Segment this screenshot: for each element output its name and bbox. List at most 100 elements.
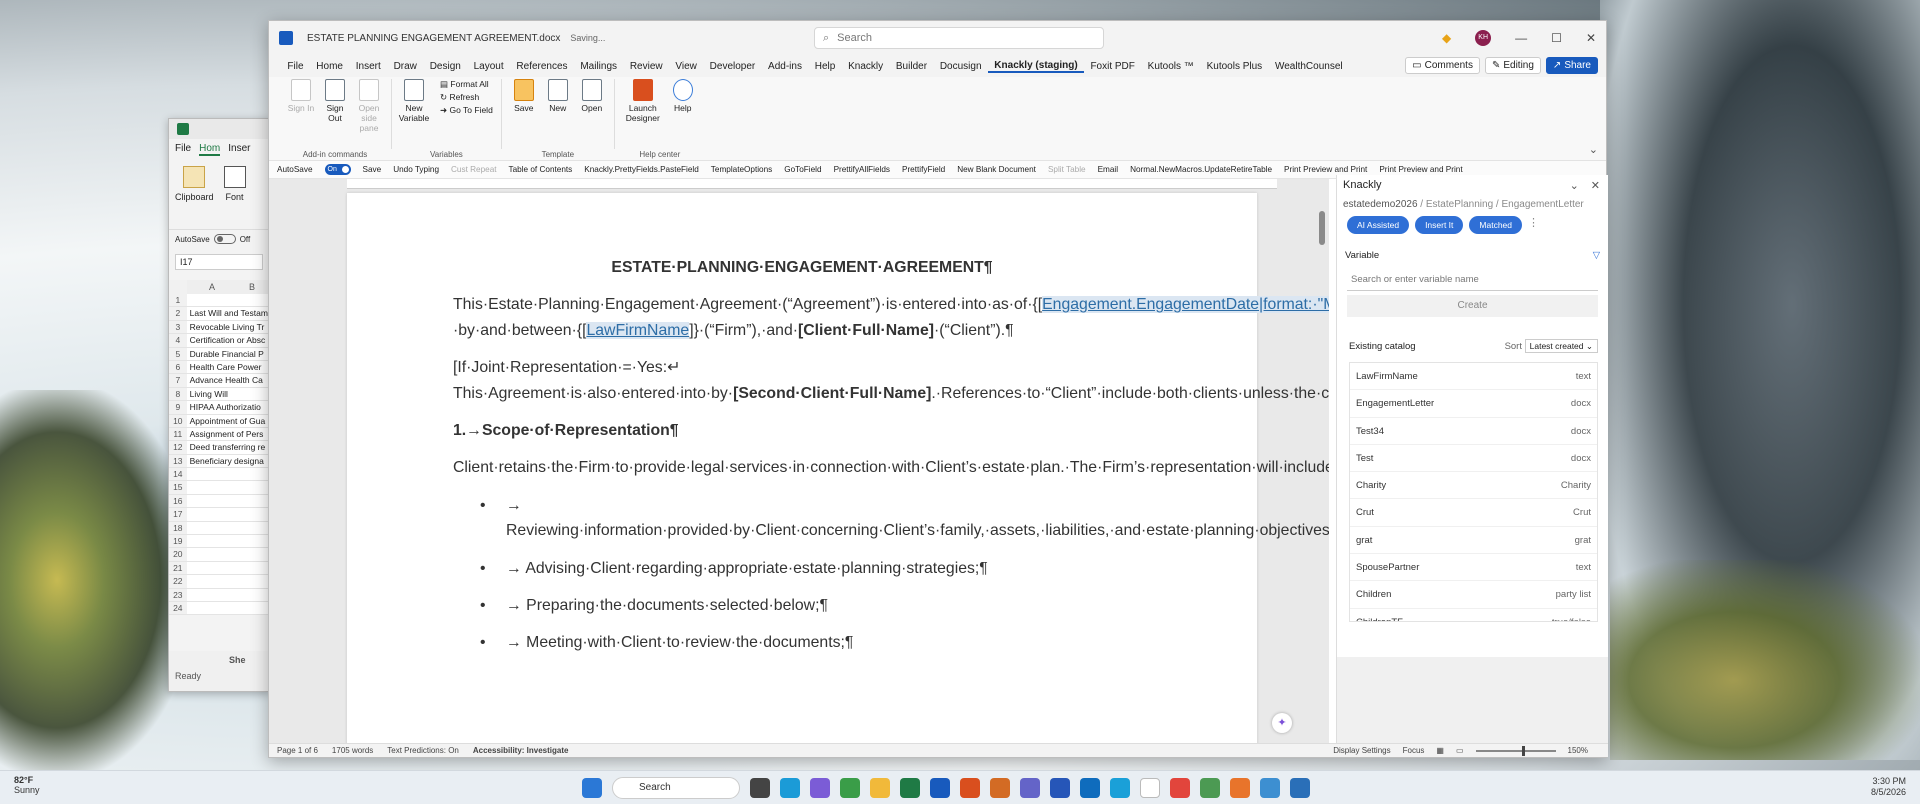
- filter-icon[interactable]: ▽: [1593, 250, 1600, 261]
- go-to-field-button[interactable]: ➜ Go To Field: [440, 105, 493, 116]
- document-canvas[interactable]: ESTATE·PLANNING·ENGAGEMENT·AGREEMENT¶ Th…: [269, 179, 1329, 745]
- qat-print-preview-2[interactable]: Print Preview and Print: [1379, 165, 1462, 174]
- list-item[interactable]: SpousePartner text: [1350, 554, 1597, 582]
- excel-row[interactable]: 8 Living Will: [169, 387, 269, 402]
- excel-cell[interactable]: [187, 548, 269, 560]
- status-predictions[interactable]: Text Predictions: On: [387, 746, 459, 755]
- sort-select[interactable]: Latest created ⌄: [1524, 339, 1598, 353]
- share-button[interactable]: ↗ Share: [1545, 57, 1598, 74]
- list-item[interactable]: grat grat: [1350, 527, 1597, 555]
- excel-row[interactable]: 20: [169, 548, 269, 562]
- app-icon[interactable]: [1200, 778, 1220, 798]
- menu-file[interactable]: File: [281, 61, 310, 72]
- excel-row[interactable]: 10 Appointment of Gua: [169, 414, 269, 428]
- menu-mailings[interactable]: Mailings: [574, 61, 623, 72]
- variable-search-input[interactable]: Search or enter variable name: [1347, 269, 1598, 291]
- zoom-slider[interactable]: [1475, 745, 1556, 756]
- menu-knackly-staging[interactable]: Knackly (staging): [987, 60, 1085, 73]
- qat-newblank[interactable]: New Blank Document: [957, 165, 1036, 174]
- display-settings[interactable]: Display Settings: [1333, 746, 1390, 755]
- excel-row[interactable]: 12 Deed transferring re: [169, 441, 269, 455]
- create-button[interactable]: Create: [1347, 295, 1598, 317]
- taskbar-search[interactable]: Search: [612, 777, 740, 799]
- menu-help[interactable]: Help: [808, 61, 841, 72]
- start-icon[interactable]: [582, 778, 602, 798]
- firefox-icon[interactable]: [1230, 778, 1250, 798]
- help-button[interactable]: Help: [669, 79, 697, 123]
- excel-row[interactable]: 22: [169, 575, 269, 589]
- list-item[interactable]: EngagementLetter docx: [1350, 390, 1597, 418]
- menu-review[interactable]: Review: [623, 61, 669, 72]
- excel-tab-file[interactable]: File: [175, 143, 191, 156]
- document-page[interactable]: ESTATE·PLANNING·ENGAGEMENT·AGREEMENT¶ Th…: [347, 193, 1329, 745]
- excel-cell[interactable]: [187, 562, 269, 574]
- menu-addins[interactable]: Add-ins: [762, 61, 809, 72]
- excel-grid[interactable]: AB 1 2 Last Will and Testam 3 Revocable Livi…: [169, 280, 269, 616]
- qat-prettifyfield[interactable]: PrettifyField: [902, 165, 945, 174]
- qat-autosave-toggle[interactable]: On: [324, 164, 351, 175]
- task-view-icon[interactable]: [750, 778, 770, 798]
- excel-row[interactable]: 4 Certification or Absc: [169, 334, 269, 348]
- excel-clipboard-button[interactable]: Clipboard: [175, 166, 214, 223]
- matched-button[interactable]: Matched: [1469, 216, 1523, 234]
- excel-row[interactable]: 2 Last Will and Testam: [169, 307, 269, 321]
- copilot-taskbar-icon[interactable]: [810, 778, 830, 798]
- app-icon-2[interactable]: [1290, 778, 1310, 798]
- status-page[interactable]: Page 1 of 6: [277, 746, 318, 755]
- snagit-icon[interactable]: [1170, 778, 1190, 798]
- excel-cell[interactable]: [187, 481, 269, 493]
- avatar[interactable]: KH: [1475, 30, 1492, 46]
- excel-cell[interactable]: Assignment of Pers: [187, 428, 269, 440]
- ribbon-collapse-icon[interactable]: ⌄: [1589, 143, 1598, 156]
- scroll-thumb[interactable]: [1319, 211, 1325, 245]
- list-item[interactable]: Children party list: [1350, 581, 1597, 609]
- word-icon[interactable]: [930, 778, 950, 798]
- menu-wealthcounsel[interactable]: WealthCounsel: [1269, 61, 1349, 72]
- search-box[interactable]: ⌕ Search: [814, 27, 1104, 49]
- doc-paragraph-intro[interactable]: This·Estate·Planning·Engagement·Agreemen…: [453, 292, 1329, 343]
- powerpoint-icon[interactable]: [990, 778, 1010, 798]
- excel-tab-home[interactable]: Hom: [199, 143, 221, 156]
- excel-cell[interactable]: Last Will and Testam: [187, 307, 269, 319]
- list-item[interactable]: → Meeting·with·Client·to·review·the·docu…: [480, 630, 1151, 656]
- excel-cell[interactable]: [187, 589, 269, 601]
- excel-row[interactable]: 3 Revocable Living Tr: [169, 320, 269, 335]
- launch-designer-button[interactable]: Launch Designer: [623, 79, 663, 123]
- pane-close-icon[interactable]: ✕: [1591, 179, 1600, 192]
- list-item[interactable]: LawFirmName text: [1350, 363, 1597, 391]
- list-item[interactable]: Test docx: [1350, 445, 1597, 473]
- field-law-firm-name[interactable]: LawFirmName: [586, 321, 690, 339]
- excel-cell[interactable]: Advance Health Ca: [187, 374, 269, 386]
- clock[interactable]: 3:30 PM 8/5/2026: [1871, 776, 1906, 798]
- excel-cell[interactable]: Appointment of Gua: [187, 415, 269, 427]
- excel-cell[interactable]: Living Will: [187, 388, 269, 400]
- chevron-down-icon[interactable]: ⌄: [1570, 179, 1579, 192]
- qat-prettifyall[interactable]: PrettifyAllFields: [834, 165, 890, 174]
- excel-cell[interactable]: [187, 495, 269, 507]
- menu-kutools-plus[interactable]: Kutools Plus: [1200, 61, 1268, 72]
- excel-row[interactable]: 21: [169, 561, 269, 576]
- excel-cell[interactable]: Beneficiary designa: [187, 455, 269, 467]
- qat-repeat[interactable]: Cust Repeat: [451, 165, 497, 174]
- excel-row[interactable]: 1: [169, 294, 269, 308]
- premium-diamond-icon[interactable]: ◆: [1442, 31, 1451, 45]
- excel-row[interactable]: 15: [169, 481, 269, 495]
- menu-kutools[interactable]: Kutools ™: [1141, 61, 1200, 72]
- excel-row[interactable]: 23: [169, 588, 269, 602]
- weather-widget[interactable]: 82°F Sunny: [14, 775, 40, 795]
- autosave-toggle[interactable]: [213, 234, 236, 244]
- list-item[interactable]: → Reviewing·information·provided·by·Clie…: [480, 493, 1329, 544]
- print-layout-icon[interactable]: ▦: [1436, 746, 1444, 755]
- excel-row[interactable]: 16: [169, 494, 269, 509]
- catalog-list[interactable]: LawFirmName text EngagementLetter docx Test3…: [1349, 362, 1598, 622]
- editing-button[interactable]: ✎ Editing: [1484, 57, 1541, 74]
- excel-cell[interactable]: [187, 468, 269, 480]
- qat-undo[interactable]: Undo Typing: [393, 165, 439, 174]
- notepad-icon[interactable]: [1140, 778, 1160, 798]
- edge-icon[interactable]: [1110, 778, 1130, 798]
- web-layout-icon[interactable]: ▭: [1456, 746, 1464, 755]
- zoom-icon[interactable]: [1050, 778, 1070, 798]
- menu-docusign[interactable]: Docusign: [933, 61, 987, 72]
- excel-cell[interactable]: Certification or Absc: [187, 334, 269, 346]
- knackly-icon[interactable]: [960, 778, 980, 798]
